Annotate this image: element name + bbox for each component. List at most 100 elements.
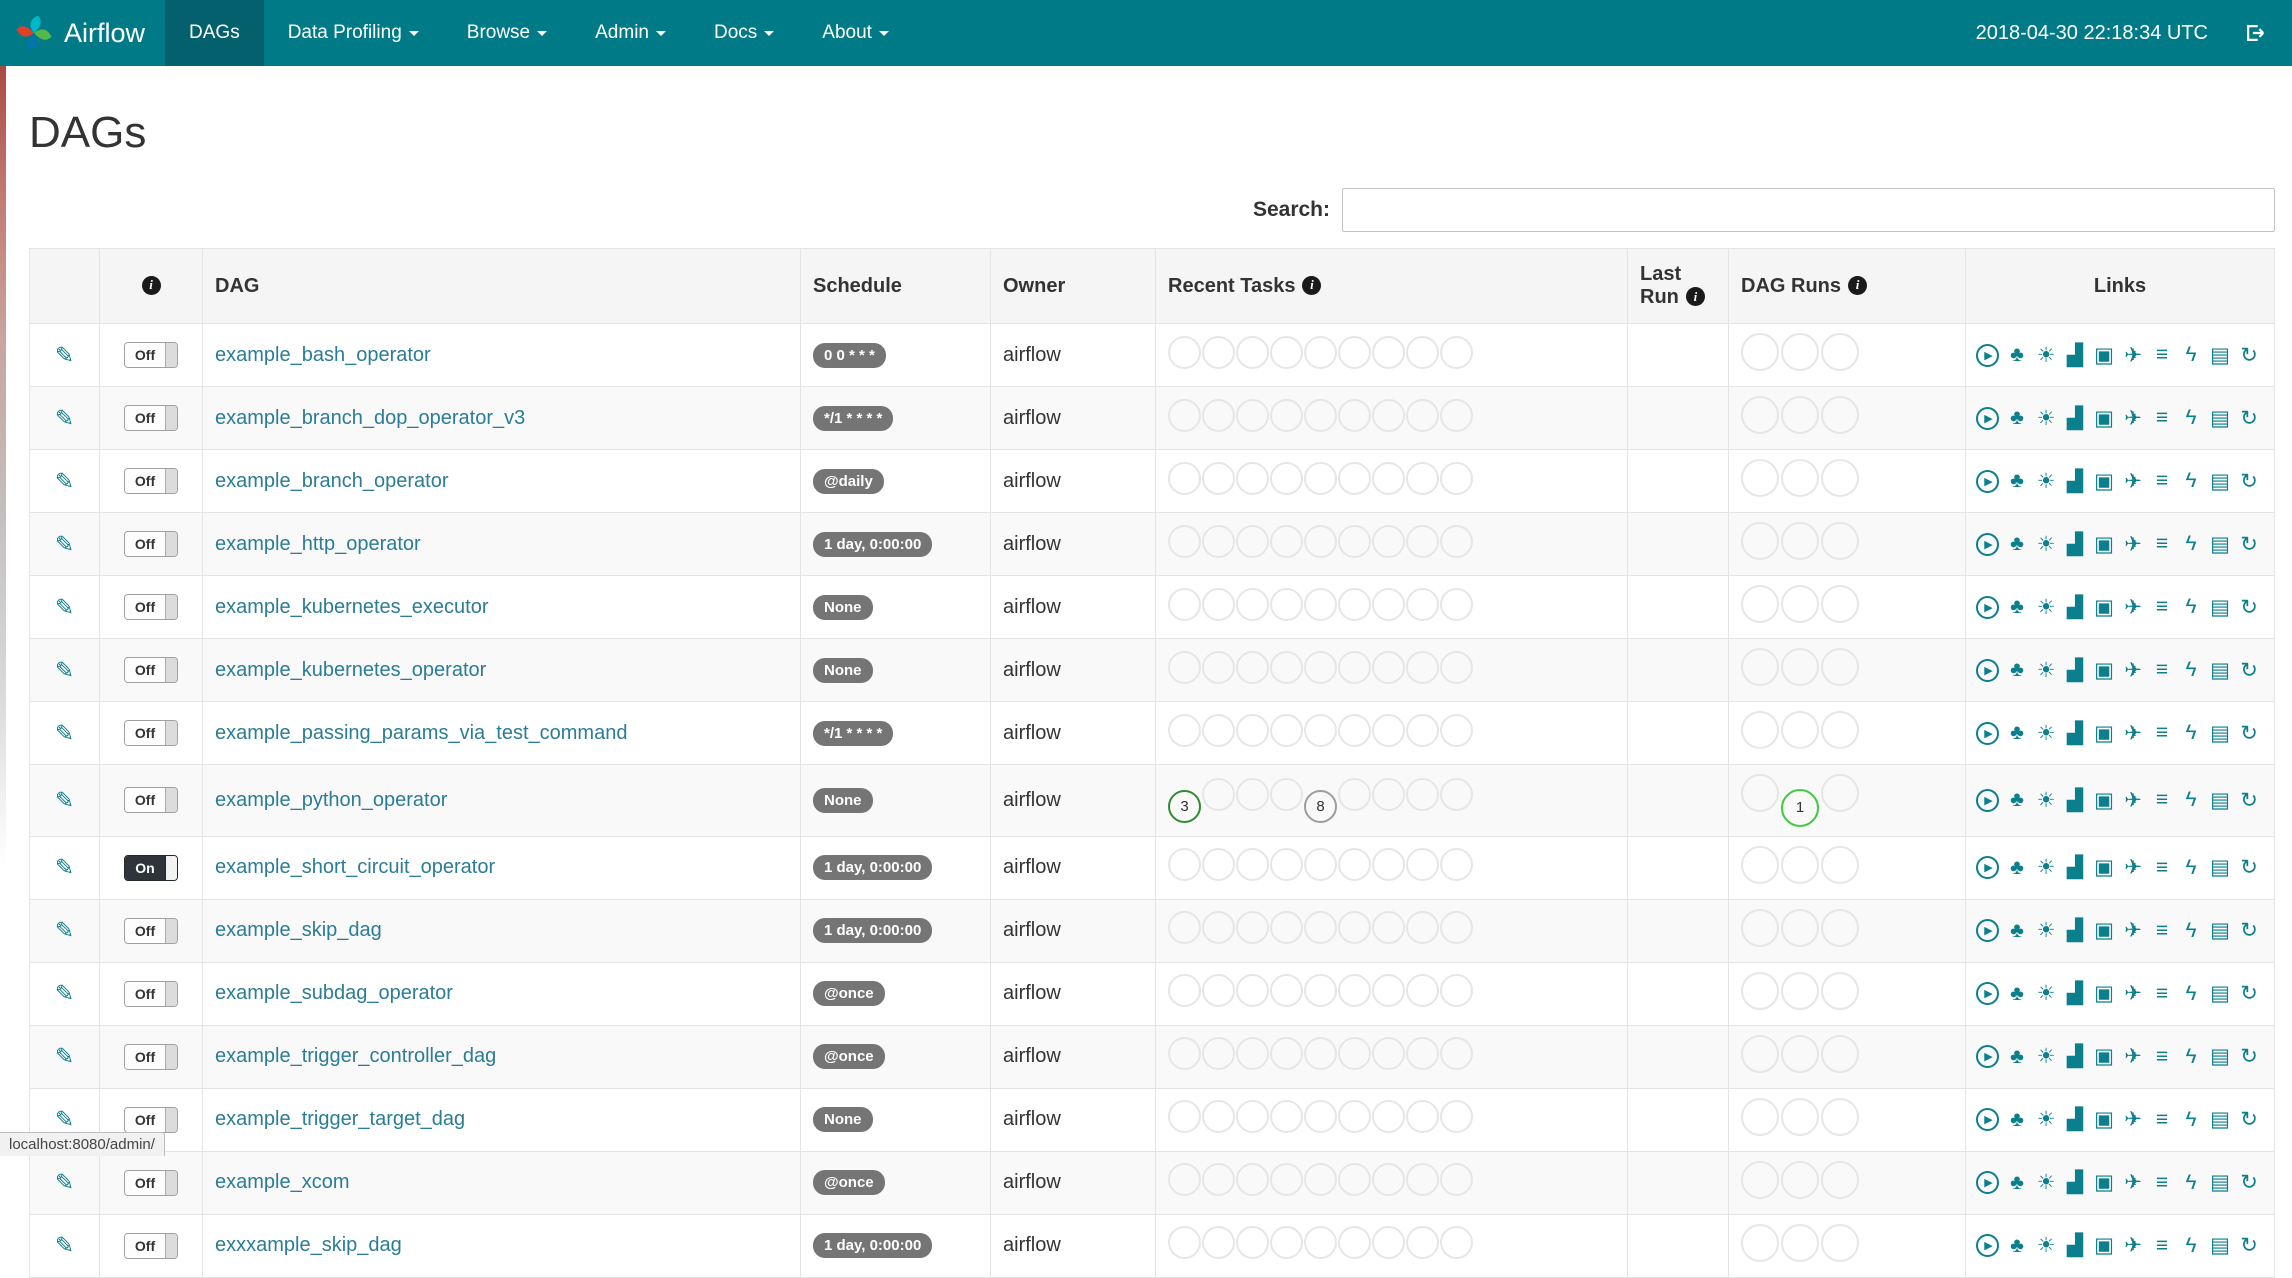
- trigger-dag-icon[interactable]: ▶: [1976, 406, 1999, 430]
- logs-icon[interactable]: ▤: [2209, 1170, 2231, 1195]
- landing-times-icon[interactable]: ✈: [2122, 1170, 2144, 1195]
- task-duration-icon[interactable]: ▟: [2064, 788, 2086, 813]
- nav-item-docs[interactable]: Docs: [690, 0, 798, 66]
- dag-pause-toggle[interactable]: Off: [124, 342, 178, 368]
- logs-icon[interactable]: ▤: [2209, 855, 2231, 880]
- edit-dag-icon[interactable]: ✎: [55, 657, 74, 683]
- landing-times-icon[interactable]: ✈: [2122, 532, 2144, 557]
- gantt-icon[interactable]: ≡: [2151, 1171, 2173, 1195]
- code-icon[interactable]: ϟ: [2180, 721, 2202, 745]
- trigger-dag-icon[interactable]: ▶: [1976, 919, 1999, 942]
- gantt-icon[interactable]: ≡: [2151, 343, 2173, 367]
- refresh-icon[interactable]: ↻: [2238, 1044, 2260, 1069]
- trigger-dag-icon[interactable]: ▶: [1976, 469, 1999, 493]
- graph-view-icon[interactable]: ☀: [2035, 469, 2057, 494]
- code-icon[interactable]: ϟ: [2180, 982, 2202, 1006]
- refresh-icon[interactable]: ↻: [2238, 343, 2260, 368]
- task-duration-icon[interactable]: ▟: [2064, 1170, 2086, 1195]
- dag-pause-toggle[interactable]: Off: [124, 1232, 178, 1259]
- tree-view-icon[interactable]: ♣: [2006, 919, 2028, 943]
- dag-link[interactable]: example_passing_params_via_test_command: [215, 722, 627, 744]
- landing-times-icon[interactable]: ✈: [2122, 658, 2144, 683]
- refresh-icon[interactable]: ↻: [2238, 406, 2260, 431]
- logs-icon[interactable]: ▤: [2209, 1233, 2231, 1258]
- logs-icon[interactable]: ▤: [2209, 981, 2231, 1006]
- gantt-icon[interactable]: ≡: [2151, 856, 2173, 880]
- edit-dag-icon[interactable]: ✎: [55, 720, 74, 746]
- task-tries-icon[interactable]: ▣: [2093, 788, 2115, 813]
- code-icon[interactable]: ϟ: [2180, 343, 2202, 367]
- task-duration-icon[interactable]: ▟: [2064, 343, 2086, 368]
- code-icon[interactable]: ϟ: [2180, 856, 2202, 880]
- tree-view-icon[interactable]: ♣: [2006, 1108, 2028, 1132]
- graph-view-icon[interactable]: ☀: [2035, 595, 2057, 620]
- graph-view-icon[interactable]: ☀: [2035, 343, 2057, 368]
- dag-link[interactable]: example_subdag_operator: [215, 982, 453, 1004]
- dag-link[interactable]: exxxample_skip_dag: [215, 1234, 402, 1256]
- gantt-icon[interactable]: ≡: [2151, 532, 2173, 556]
- task-duration-icon[interactable]: ▟: [2064, 532, 2086, 557]
- refresh-icon[interactable]: ↻: [2238, 658, 2260, 683]
- dag-link[interactable]: example_kubernetes_operator: [215, 659, 486, 681]
- code-icon[interactable]: ϟ: [2180, 1234, 2202, 1258]
- graph-view-icon[interactable]: ☀: [2035, 658, 2057, 683]
- logs-icon[interactable]: ▤: [2209, 788, 2231, 813]
- task-tries-icon[interactable]: ▣: [2093, 981, 2115, 1006]
- gantt-icon[interactable]: ≡: [2151, 982, 2173, 1006]
- nav-item-dags[interactable]: DAGs: [165, 0, 264, 66]
- dag-pause-toggle[interactable]: Off: [124, 405, 178, 431]
- code-icon[interactable]: ϟ: [2180, 1171, 2202, 1195]
- dag-link[interactable]: example_trigger_controller_dag: [215, 1045, 496, 1067]
- task-tries-icon[interactable]: ▣: [2093, 532, 2115, 557]
- refresh-icon[interactable]: ↻: [2238, 855, 2260, 880]
- edit-dag-icon[interactable]: ✎: [55, 917, 74, 943]
- refresh-icon[interactable]: ↻: [2238, 595, 2260, 620]
- task-duration-icon[interactable]: ▟: [2064, 1233, 2086, 1258]
- dag-pause-toggle[interactable]: Off: [124, 531, 178, 557]
- landing-times-icon[interactable]: ✈: [2122, 1107, 2144, 1132]
- tree-view-icon[interactable]: ♣: [2006, 982, 2028, 1006]
- refresh-icon[interactable]: ↻: [2238, 1233, 2260, 1258]
- refresh-icon[interactable]: ↻: [2238, 918, 2260, 943]
- code-icon[interactable]: ϟ: [2180, 595, 2202, 619]
- trigger-dag-icon[interactable]: ▶: [1976, 1234, 1999, 1257]
- task-duration-icon[interactable]: ▟: [2064, 595, 2086, 620]
- refresh-icon[interactable]: ↻: [2238, 788, 2260, 813]
- nav-item-browse[interactable]: Browse: [443, 0, 571, 66]
- dag-pause-toggle[interactable]: Off: [124, 468, 178, 494]
- logs-icon[interactable]: ▤: [2209, 343, 2231, 368]
- edit-dag-icon[interactable]: ✎: [55, 1106, 74, 1132]
- landing-times-icon[interactable]: ✈: [2122, 1233, 2144, 1258]
- header-recent-tasks[interactable]: Recent Tasks i: [1155, 248, 1628, 324]
- graph-view-icon[interactable]: ☀: [2035, 1233, 2057, 1258]
- landing-times-icon[interactable]: ✈: [2122, 343, 2144, 368]
- trigger-dag-icon[interactable]: ▶: [1976, 856, 1999, 879]
- dag-pause-toggle[interactable]: Off: [124, 1169, 178, 1196]
- task-duration-icon[interactable]: ▟: [2064, 918, 2086, 943]
- logs-icon[interactable]: ▤: [2209, 1107, 2231, 1132]
- header-dag[interactable]: DAG: [202, 248, 801, 324]
- gantt-icon[interactable]: ≡: [2151, 721, 2173, 745]
- logs-icon[interactable]: ▤: [2209, 532, 2231, 557]
- dag-link[interactable]: example_python_operator: [215, 789, 447, 811]
- tree-view-icon[interactable]: ♣: [2006, 788, 2028, 812]
- nav-item-about[interactable]: About: [798, 0, 913, 66]
- dag-link[interactable]: example_bash_operator: [215, 344, 431, 366]
- search-input[interactable]: [1342, 188, 2275, 232]
- logs-icon[interactable]: ▤: [2209, 918, 2231, 943]
- tree-view-icon[interactable]: ♣: [2006, 532, 2028, 556]
- graph-view-icon[interactable]: ☀: [2035, 721, 2057, 746]
- graph-view-icon[interactable]: ☀: [2035, 1170, 2057, 1195]
- graph-view-icon[interactable]: ☀: [2035, 855, 2057, 880]
- trigger-dag-icon[interactable]: ▶: [1976, 982, 1999, 1005]
- nav-item-admin[interactable]: Admin: [571, 0, 690, 66]
- dag-pause-toggle[interactable]: Off: [124, 787, 178, 814]
- code-icon[interactable]: ϟ: [2180, 532, 2202, 556]
- dag-link[interactable]: example_branch_dop_operator_v3: [215, 407, 525, 429]
- task-duration-icon[interactable]: ▟: [2064, 469, 2086, 494]
- landing-times-icon[interactable]: ✈: [2122, 981, 2144, 1006]
- dag-link[interactable]: example_trigger_target_dag: [215, 1108, 465, 1130]
- task-duration-icon[interactable]: ▟: [2064, 1107, 2086, 1132]
- dag-pause-toggle[interactable]: Off: [124, 1043, 178, 1070]
- graph-view-icon[interactable]: ☀: [2035, 1107, 2057, 1132]
